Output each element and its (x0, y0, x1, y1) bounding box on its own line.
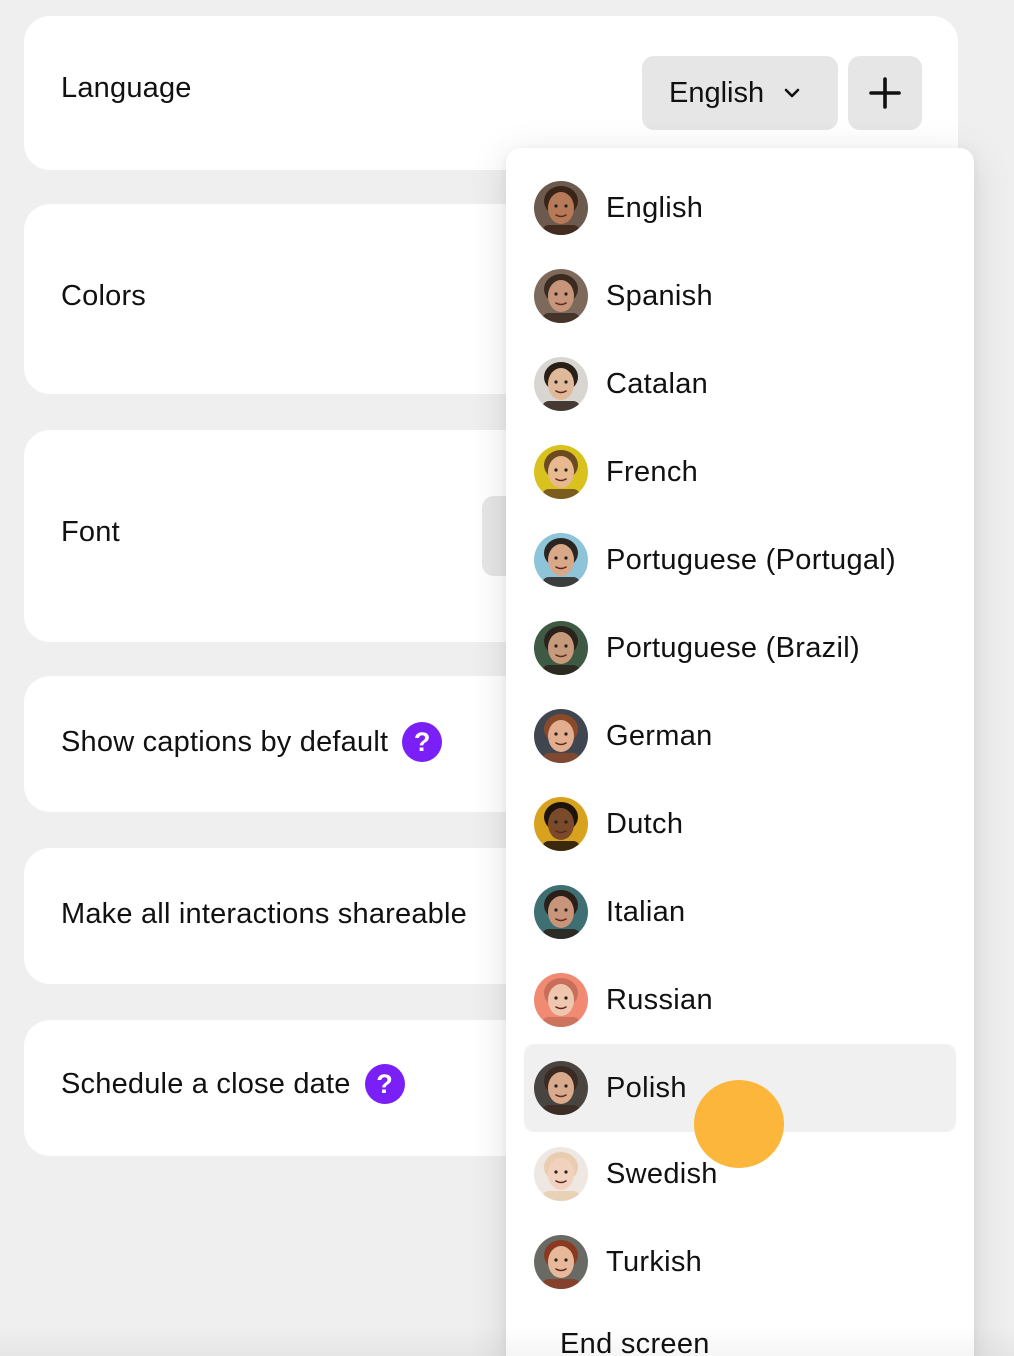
avatar-man-curly (534, 797, 588, 851)
language-option-label: Italian (606, 895, 686, 928)
share-label: Make all interactions shareable (61, 898, 467, 930)
help-icon[interactable]: ? (402, 722, 443, 762)
avatar-man-red-beard (534, 709, 588, 763)
language-option-label: Portuguese (Brazil) (606, 631, 860, 664)
language-option-label: Spanish (606, 279, 713, 312)
language-option-label: Portuguese (Portugal) (606, 543, 897, 576)
schedule-row: Schedule a close date ? (61, 1064, 405, 1104)
language-option[interactable]: Turkish (524, 1218, 956, 1306)
avatar-woman-red-hair (534, 1235, 588, 1289)
cursor-indicator (694, 1080, 784, 1168)
captions-row: Show captions by default ? (61, 722, 443, 762)
language-option-label: German (606, 719, 713, 752)
language-option-label: Catalan (606, 367, 709, 400)
language-label: Language (61, 72, 192, 104)
language-select[interactable]: English (642, 56, 838, 130)
avatar-man-beard-dark (534, 181, 588, 235)
avatar-man-teal (534, 885, 588, 939)
language-select-value: English (669, 76, 765, 109)
schedule-label: Schedule a close date (61, 1067, 351, 1100)
avatar-woman-glasses (534, 269, 588, 323)
avatar-woman-dark (534, 1061, 588, 1115)
chevron-down-icon (782, 83, 802, 103)
language-option[interactable]: Spanish (524, 252, 956, 340)
language-option[interactable]: Portuguese (Brazil) (524, 604, 956, 692)
font-label: Font (61, 516, 120, 548)
plus-icon (869, 77, 901, 109)
language-option[interactable]: Portuguese (Portugal) (524, 516, 956, 604)
language-option[interactable]: German (524, 692, 956, 780)
language-option-label: English (606, 191, 704, 224)
language-option-label: Russian (606, 983, 713, 1016)
help-icon[interactable]: ? (364, 1064, 405, 1104)
language-option[interactable]: English (524, 164, 956, 252)
avatar-man-green (534, 621, 588, 675)
avatar-woman-smiling (534, 445, 588, 499)
end-screen-label[interactable]: End screen (560, 1328, 710, 1356)
settings-screen: Language Colors Font Show captions by de… (0, 0, 1014, 1356)
language-option-label: Dutch (606, 807, 684, 840)
language-dropdown: English Spanish Catalan French Portuguese (P… (506, 148, 974, 1356)
language-option[interactable]: Catalan (524, 340, 956, 428)
language-option[interactable]: Dutch (524, 780, 956, 868)
language-option[interactable]: French (524, 428, 956, 516)
avatar-woman-coral (534, 973, 588, 1027)
add-language-button[interactable] (848, 56, 922, 130)
language-option-label: Turkish (606, 1245, 703, 1278)
colors-label: Colors (61, 280, 146, 312)
avatar-man-glasses-beard (534, 533, 588, 587)
language-option-label: Polish (606, 1071, 687, 1104)
avatar-woman-blonde (534, 1147, 588, 1201)
captions-label: Show captions by default (61, 725, 389, 758)
language-option[interactable]: Russian (524, 956, 956, 1044)
language-option[interactable]: Italian (524, 868, 956, 956)
language-option-label: French (606, 455, 699, 488)
avatar-man-mustache (534, 357, 588, 411)
language-option-label: Swedish (606, 1157, 718, 1190)
